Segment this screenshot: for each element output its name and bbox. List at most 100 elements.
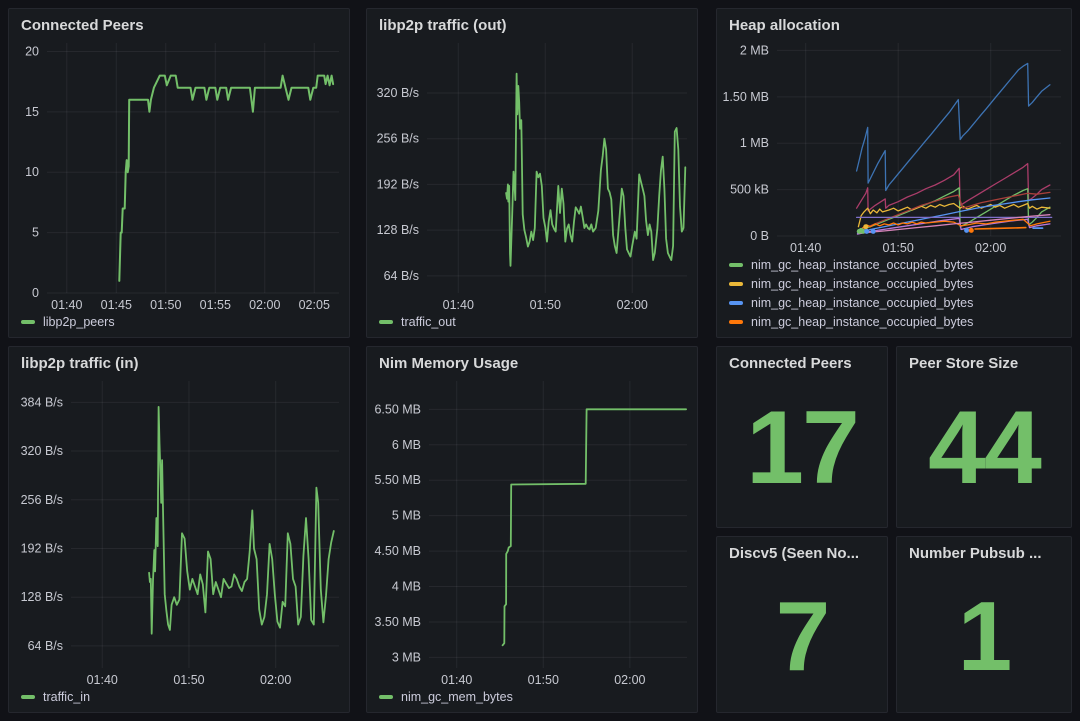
legend-label: nim_gc_heap_instance_occupied_bytes (751, 258, 973, 272)
svg-text:64 B/s: 64 B/s (384, 269, 419, 283)
panel-title[interactable]: Connected Peers (9, 9, 349, 37)
svg-text:3 MB: 3 MB (392, 650, 421, 664)
stat-value: 1 (897, 537, 1071, 712)
legend: nim_gc_mem_bytes (367, 688, 697, 712)
panel-heap-allocation: Heap allocation 01:40 01:50 02:00 0 B 500 kB… (716, 8, 1072, 338)
svg-text:02:00: 02:00 (617, 298, 648, 312)
svg-text:5 MB: 5 MB (392, 509, 421, 523)
svg-text:01:50: 01:50 (173, 673, 204, 687)
svg-text:01:50: 01:50 (530, 298, 561, 312)
svg-text:1.50 MB: 1.50 MB (722, 90, 769, 104)
svg-text:10: 10 (25, 165, 39, 179)
svg-text:01:40: 01:40 (87, 673, 118, 687)
svg-text:2 MB: 2 MB (740, 43, 769, 57)
legend-item-heap-orange[interactable]: nim_gc_heap_instance_occupied_bytes (729, 315, 1061, 329)
panel-title[interactable]: libp2p traffic (in) (9, 347, 349, 375)
legend-item-nim-gc-mem-bytes[interactable]: nim_gc_mem_bytes (379, 690, 687, 704)
series-color-pill (729, 320, 743, 324)
svg-text:01:40: 01:40 (790, 241, 821, 255)
series-color-pill (729, 282, 743, 286)
series-color-pill (729, 301, 743, 305)
panel-libp2p-traffic-in: libp2p traffic (in) 01:40 01:50 02:00 64 B/… (8, 346, 350, 713)
svg-text:5.50 MB: 5.50 MB (374, 473, 421, 487)
svg-text:64 B/s: 64 B/s (28, 639, 63, 653)
stat-connected-peers: Connected Peers 17 (716, 346, 888, 528)
svg-text:256 B/s: 256 B/s (21, 493, 63, 507)
svg-text:02:00: 02:00 (614, 673, 645, 687)
stat-value: 17 (717, 347, 887, 527)
svg-text:15: 15 (25, 105, 39, 119)
legend-item-heap-blue[interactable]: nim_gc_heap_instance_occupied_bytes (729, 296, 1061, 310)
panel-title[interactable]: Heap allocation (717, 9, 1071, 37)
stat-value: 7 (717, 537, 887, 712)
panel-title[interactable]: Nim Memory Usage (367, 347, 697, 375)
panel-connected-peers-graph: Connected Peers 01:40 01:45 01:50 01:55 02:0… (8, 8, 350, 338)
svg-text:4 MB: 4 MB (392, 580, 421, 594)
grafana-dashboard: { "theme": { "page_bg": "#111217", "pane… (0, 0, 1080, 721)
series-color-pill (379, 695, 393, 699)
svg-text:02:00: 02:00 (975, 241, 1006, 255)
svg-text:6.50 MB: 6.50 MB (374, 402, 421, 416)
svg-text:256 B/s: 256 B/s (377, 132, 419, 146)
legend-item-heap-yellow[interactable]: nim_gc_heap_instance_occupied_bytes (729, 277, 1061, 291)
svg-text:3.50 MB: 3.50 MB (374, 615, 421, 629)
series-color-pill (729, 263, 743, 267)
stat-peer-store-size: Peer Store Size 44 (896, 346, 1072, 528)
legend-item-heap-green[interactable]: nim_gc_heap_instance_occupied_bytes (729, 258, 1061, 272)
svg-text:01:50: 01:50 (528, 673, 559, 687)
svg-text:320 B/s: 320 B/s (377, 86, 419, 100)
svg-text:01:40: 01:40 (443, 298, 474, 312)
legend-label: nim_gc_heap_instance_occupied_bytes (751, 277, 973, 291)
nim-memory-chart[interactable]: 01:40 01:50 02:00 3 MB 3.50 MB 4 MB 4.50 MB 5 M… (367, 375, 697, 688)
legend: nim_gc_heap_instance_occupied_bytes nim_… (717, 256, 1071, 337)
svg-text:0: 0 (32, 286, 39, 300)
connected-peers-chart[interactable]: 01:40 01:45 01:50 01:55 02:00 02:05 0 5 10 15 20 (9, 37, 349, 313)
svg-text:01:45: 01:45 (101, 298, 132, 312)
svg-text:02:00: 02:00 (260, 673, 291, 687)
panel-libp2p-traffic-out: libp2p traffic (out) 01:40 01:50 02:00 64 B… (366, 8, 698, 338)
stat-number-pubsub-topics: Number Pubsub ... 1 (896, 536, 1072, 713)
legend-label: nim_gc_mem_bytes (401, 690, 513, 704)
svg-text:320 B/s: 320 B/s (21, 444, 63, 458)
svg-text:192 B/s: 192 B/s (377, 177, 419, 191)
svg-text:384 B/s: 384 B/s (21, 395, 63, 409)
svg-text:01:50: 01:50 (883, 241, 914, 255)
svg-text:02:05: 02:05 (299, 298, 330, 312)
heap-allocation-chart[interactable]: 01:40 01:50 02:00 0 B 500 kB 1 MB 1.50 MB 2 MB (717, 37, 1071, 256)
legend-label: nim_gc_heap_instance_occupied_bytes (751, 296, 973, 310)
svg-text:4.50 MB: 4.50 MB (374, 544, 421, 558)
svg-text:5: 5 (32, 226, 39, 240)
svg-text:500 kB: 500 kB (730, 183, 769, 197)
legend-label: traffic_out (401, 315, 456, 329)
svg-text:02:00: 02:00 (249, 298, 280, 312)
series-color-pill (21, 320, 35, 324)
svg-text:128 B/s: 128 B/s (21, 590, 63, 604)
legend-label: nim_gc_heap_instance_occupied_bytes (751, 315, 973, 329)
traffic-in-chart[interactable]: 01:40 01:50 02:00 64 B/s 128 B/s 192 B/s 256 B… (9, 375, 349, 688)
legend-item-libp2p-peers[interactable]: libp2p_peers (21, 315, 339, 329)
series-color-pill (21, 695, 35, 699)
legend: traffic_in (9, 688, 349, 712)
svg-text:6 MB: 6 MB (392, 438, 421, 452)
legend-item-traffic-in[interactable]: traffic_in (21, 690, 339, 704)
stat-discv5-seen-nodes: Discv5 (Seen No... 7 (716, 536, 888, 713)
legend: traffic_out (367, 313, 697, 337)
traffic-out-chart[interactable]: 01:40 01:50 02:00 64 B/s 128 B/s 192 B/s 256 B… (367, 37, 697, 313)
panel-nim-memory-usage: Nim Memory Usage 01:40 01:50 02:00 3 MB 3.50… (366, 346, 698, 713)
svg-text:01:40: 01:40 (441, 673, 472, 687)
svg-text:128 B/s: 128 B/s (377, 223, 419, 237)
legend-label: libp2p_peers (43, 315, 115, 329)
legend: libp2p_peers (9, 313, 349, 337)
legend-item-traffic-out[interactable]: traffic_out (379, 315, 687, 329)
svg-text:01:55: 01:55 (200, 298, 231, 312)
series-color-pill (379, 320, 393, 324)
panel-title[interactable]: libp2p traffic (out) (367, 9, 697, 37)
svg-text:20: 20 (25, 44, 39, 58)
svg-text:192 B/s: 192 B/s (21, 541, 63, 555)
stat-value: 44 (897, 347, 1071, 527)
svg-text:01:50: 01:50 (150, 298, 181, 312)
svg-text:1 MB: 1 MB (740, 136, 769, 150)
legend-label: traffic_in (43, 690, 90, 704)
svg-text:0 B: 0 B (750, 229, 769, 243)
svg-text:01:40: 01:40 (51, 298, 82, 312)
